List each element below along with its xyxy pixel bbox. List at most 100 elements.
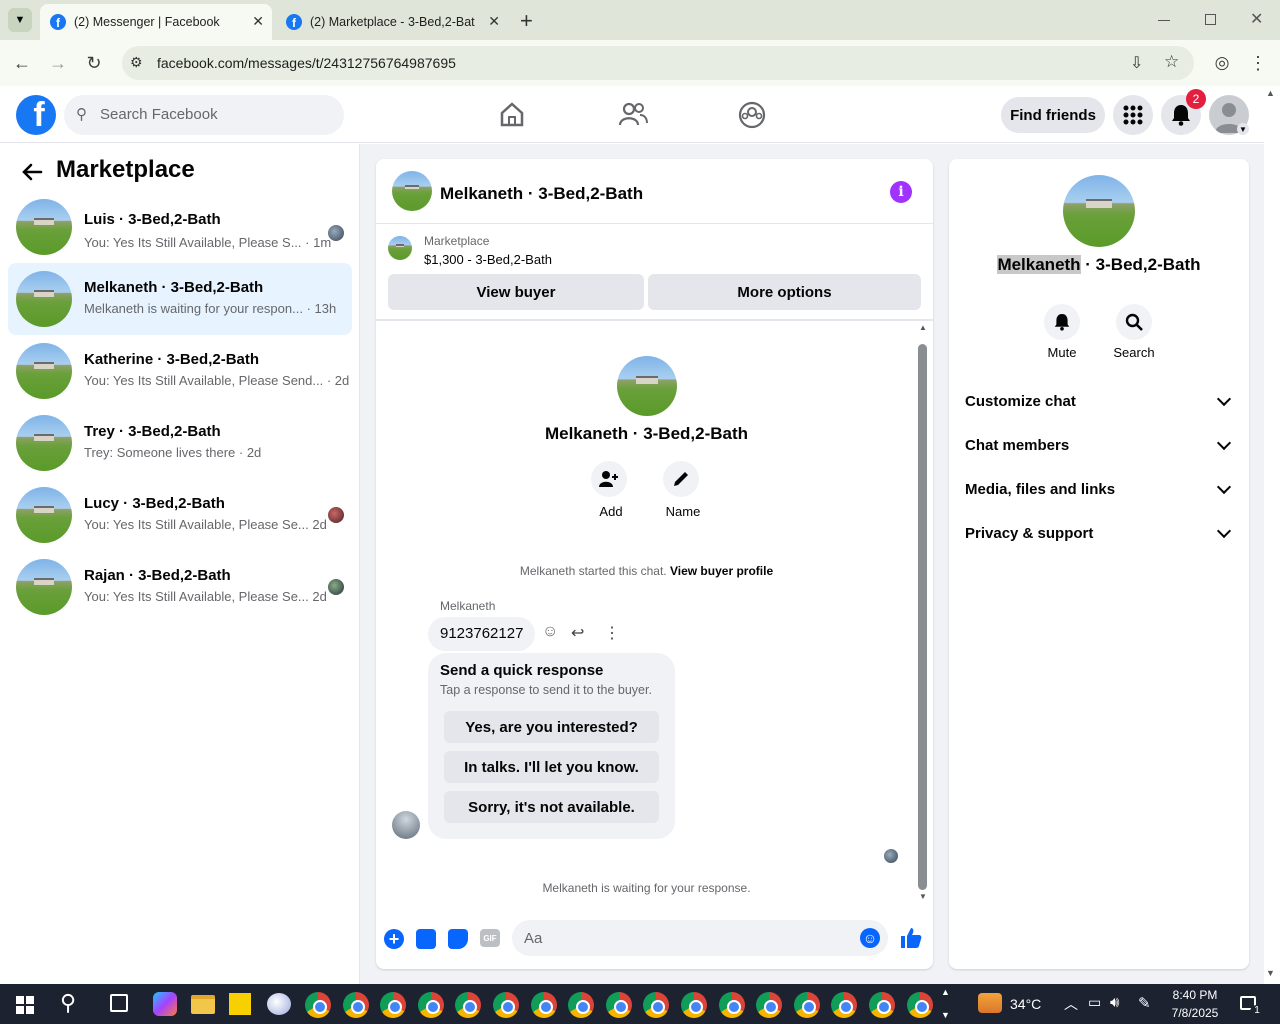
chrome-taskbar-icon[interactable] xyxy=(530,992,557,1018)
chrome-taskbar-icon[interactable] xyxy=(605,992,632,1018)
paint-icon[interactable] xyxy=(267,993,291,1015)
tab-search-icon[interactable]: ▼ xyxy=(8,8,32,32)
tab-marketplace[interactable]: f (2) Marketplace - 3-Bed,2-Bath ✕ xyxy=(276,4,508,40)
gif-icon[interactable]: GIF xyxy=(480,929,500,947)
chrome-taskbar-icon[interactable] xyxy=(793,992,820,1018)
taskbar-search-icon[interactable]: ⚲ xyxy=(60,990,76,1016)
facebook-logo-icon[interactable]: f xyxy=(16,95,56,135)
plus-icon[interactable]: + xyxy=(384,929,404,949)
chat-header-title[interactable]: Melkaneth · 3-Bed,2-Bath xyxy=(440,184,643,204)
view-buyer-profile-link[interactable]: View buyer profile xyxy=(670,564,773,578)
chrome-taskbar-icon[interactable] xyxy=(906,992,933,1018)
chat-scroll-up-icon[interactable]: ▲ xyxy=(919,323,927,332)
clock-time[interactable]: 8:40 PM xyxy=(1160,988,1230,1002)
omnibox[interactable]: ⚙ facebook.com/messages/t/24312756764987… xyxy=(122,46,1194,80)
quick-response-button[interactable]: In talks. I'll let you know. xyxy=(444,751,659,783)
chrome-taskbar-icon[interactable] xyxy=(417,992,444,1018)
site-info-icon[interactable]: ⚙ xyxy=(130,54,143,71)
minimize-icon[interactable] xyxy=(1158,20,1170,21)
customize-chat-section[interactable]: Customize chat xyxy=(965,389,1235,413)
info-icon[interactable]: i xyxy=(890,181,912,203)
close-tab-icon[interactable]: ✕ xyxy=(252,13,264,30)
chrome-taskbar-icon[interactable] xyxy=(718,992,745,1018)
react-icon[interactable]: ☺ xyxy=(542,623,558,641)
close-window-icon[interactable]: ✕ xyxy=(1250,9,1263,29)
page-scroll-up-icon[interactable]: ▲ xyxy=(1266,88,1275,98)
chrome-taskbar-icon[interactable] xyxy=(305,992,331,1018)
back-icon[interactable]: ← xyxy=(8,50,36,76)
more-options-button[interactable]: More options xyxy=(648,274,921,310)
chrome-taskbar-icon[interactable] xyxy=(681,992,707,1018)
chrome-taskbar-icon[interactable] xyxy=(342,992,369,1018)
menu-grid-icon[interactable] xyxy=(1113,95,1153,135)
mute-bell-icon[interactable] xyxy=(1044,304,1080,340)
groups-icon[interactable] xyxy=(738,101,766,129)
page-scroll-down-icon[interactable]: ▼ xyxy=(1266,968,1275,978)
conversation-item[interactable]: Melkaneth · 3-Bed,2-Bath Melkaneth is wa… xyxy=(8,263,352,335)
pen-icon[interactable]: ✎ xyxy=(1138,994,1151,1012)
search-chat-icon[interactable] xyxy=(1116,304,1152,340)
taskbar-scroll-up-icon[interactable]: ▲ xyxy=(941,987,950,997)
back-arrow-icon[interactable] xyxy=(20,160,44,184)
view-buyer-button[interactable]: View buyer xyxy=(388,274,644,310)
volume-icon[interactable]: 🔊︎ xyxy=(1110,994,1119,1011)
file-explorer-icon[interactable] xyxy=(191,995,215,1014)
chat-scroll-down-icon[interactable]: ▼ xyxy=(919,892,927,901)
chrome-taskbar-icon[interactable] xyxy=(869,992,895,1018)
account-chevron-icon[interactable]: ▼ xyxy=(1237,123,1249,135)
tab-messenger[interactable]: f (2) Messenger | Facebook ✕ xyxy=(40,4,272,40)
conversation-item[interactable]: Katherine · 3-Bed,2-Bath You: Yes Its St… xyxy=(8,335,352,407)
network-icon[interactable]: ▭ xyxy=(1088,994,1101,1011)
message-bubble[interactable]: 9123762127 xyxy=(428,617,536,651)
quick-response-button[interactable]: Sorry, it's not available. xyxy=(444,791,659,823)
search-box[interactable]: ⚲ Search Facebook xyxy=(64,95,344,135)
edit-name-icon[interactable] xyxy=(663,461,699,497)
conversation-item[interactable]: Luis · 3-Bed,2-Bath You: Yes Its Still A… xyxy=(8,199,352,271)
sticker-icon[interactable] xyxy=(448,929,468,949)
copilot-icon[interactable] xyxy=(153,992,177,1016)
info-thumbnail[interactable] xyxy=(1063,175,1135,247)
conversation-item[interactable]: Trey · 3-Bed,2-Bath Trey: Someone lives … xyxy=(8,407,352,479)
taskbar-scroll-down-icon[interactable]: ▼ xyxy=(941,1010,950,1020)
system-tray-chevron-icon[interactable]: ︿ xyxy=(1064,994,1078,1014)
chat-members-section[interactable]: Chat members xyxy=(965,433,1235,457)
find-friends-button[interactable]: Find friends xyxy=(1001,97,1105,133)
close-tab-icon[interactable]: ✕ xyxy=(488,13,500,30)
quick-response-button[interactable]: Yes, are you interested? xyxy=(444,711,659,743)
emoji-icon[interactable]: ☺ xyxy=(860,928,880,948)
menu-icon[interactable]: ⋮ xyxy=(1244,50,1272,76)
chat-scrollbar[interactable] xyxy=(918,344,927,890)
like-thumb-icon[interactable] xyxy=(900,927,922,954)
message-input[interactable]: Aa ☺ xyxy=(512,920,888,956)
chrome-taskbar-icon[interactable] xyxy=(493,992,519,1018)
chrome-taskbar-icon[interactable] xyxy=(756,992,783,1018)
more-actions-icon[interactable]: ⋮ xyxy=(604,623,620,643)
forward-icon[interactable]: → xyxy=(44,50,72,76)
profile-icon[interactable]: ◎ xyxy=(1208,50,1236,76)
chat-header-thumbnail[interactable] xyxy=(392,171,432,211)
privacy-support-section[interactable]: Privacy & support xyxy=(965,521,1235,545)
media-files-links-section[interactable]: Media, files and links xyxy=(965,477,1235,501)
conversation-item[interactable]: Rajan · 3-Bed,2-Bath You: Yes Its Still … xyxy=(8,551,352,623)
start-icon[interactable] xyxy=(16,996,34,1014)
new-tab-icon[interactable]: + xyxy=(520,8,533,34)
task-view-icon[interactable] xyxy=(110,994,128,1012)
temperature[interactable]: 34°C xyxy=(1010,996,1041,1012)
weather-icon[interactable] xyxy=(978,993,1002,1013)
chrome-taskbar-icon[interactable] xyxy=(568,992,595,1018)
chrome-taskbar-icon[interactable] xyxy=(380,992,407,1018)
add-person-icon[interactable] xyxy=(591,461,627,497)
sticky-notes-icon[interactable] xyxy=(229,993,251,1015)
profile-thumbnail[interactable] xyxy=(617,356,677,416)
listing-price[interactable]: $1,300 - 3-Bed,2-Bath xyxy=(424,252,552,267)
sender-avatar[interactable] xyxy=(392,811,420,839)
friends-icon[interactable] xyxy=(618,101,648,127)
install-icon[interactable]: ⇩ xyxy=(1130,53,1143,73)
star-icon[interactable]: ☆ xyxy=(1164,52,1179,72)
attach-image-icon[interactable] xyxy=(416,929,436,949)
clock-date[interactable]: 7/8/2025 xyxy=(1160,1006,1230,1020)
conversation-item[interactable]: Lucy · 3-Bed,2-Bath You: Yes Its Still A… xyxy=(8,479,352,551)
listing-thumbnail[interactable] xyxy=(388,236,412,260)
reply-icon[interactable]: ↩ xyxy=(571,623,584,643)
restore-icon[interactable] xyxy=(1205,14,1216,25)
